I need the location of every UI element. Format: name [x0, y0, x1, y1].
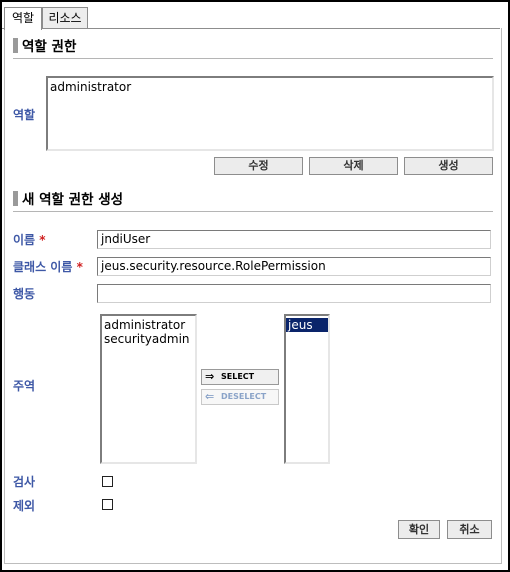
- class-name-field[interactable]: jeus.security.resource.RolePermission: [97, 257, 491, 276]
- create-button[interactable]: 생성: [404, 157, 493, 175]
- cancel-button[interactable]: 취소: [447, 520, 492, 539]
- deselect-button[interactable]: ⇐ DESELECT: [201, 389, 279, 405]
- selected-principals-list[interactable]: jeus: [284, 314, 330, 464]
- section-title-text: 새 역할 권한 생성: [22, 192, 124, 208]
- section-divider: [13, 58, 493, 59]
- exclude-checkbox[interactable]: [102, 499, 113, 510]
- ok-button[interactable]: 확인: [398, 520, 440, 539]
- tab-role-label: 역할: [11, 11, 35, 25]
- exclude-label: 제외: [13, 499, 36, 513]
- arrow-left-icon: ⇐: [205, 390, 215, 403]
- name-field[interactable]: jndiUser: [97, 230, 491, 249]
- role-list-item[interactable]: administrator: [48, 78, 492, 94]
- tab-resource-label: 리소스: [48, 11, 82, 25]
- action-label: 행동: [13, 287, 36, 301]
- section-bar-icon: [13, 191, 18, 206]
- name-label-text: 이름: [13, 233, 36, 247]
- check-checkbox[interactable]: [102, 476, 113, 487]
- required-mark: *: [76, 260, 83, 274]
- select-button-label: SELECT: [221, 372, 255, 381]
- edit-button[interactable]: 수정: [214, 157, 303, 175]
- section-title-text: 역할 권한: [22, 39, 77, 55]
- class-name-label-text: 클래스 이름: [13, 260, 73, 274]
- name-label: 이름 *: [13, 231, 46, 248]
- list-item[interactable]: securityadmin: [102, 332, 195, 346]
- list-item-selected[interactable]: jeus: [286, 318, 328, 332]
- section-bar-icon: [13, 38, 18, 53]
- required-mark: *: [39, 233, 46, 247]
- section-title-new-permission: 새 역할 권한 생성: [13, 191, 123, 209]
- section-divider: [13, 211, 493, 212]
- action-field[interactable]: [97, 284, 491, 303]
- tab-role[interactable]: 역할: [4, 7, 42, 30]
- arrow-right-icon: ⇒: [205, 370, 215, 383]
- list-item[interactable]: administrator: [102, 316, 195, 332]
- role-list[interactable]: administrator: [46, 76, 494, 151]
- class-name-label: 클래스 이름 *: [13, 258, 83, 275]
- check-label: 검사: [13, 475, 36, 489]
- tab-resource[interactable]: 리소스: [42, 7, 88, 28]
- select-button[interactable]: ⇒ SELECT: [201, 369, 279, 385]
- section-title-role-permissions: 역할 권한: [13, 38, 76, 56]
- deselect-button-label: DESELECT: [221, 392, 267, 401]
- role-label: 역할: [13, 108, 36, 122]
- delete-button[interactable]: 삭제: [309, 157, 398, 175]
- principal-label: 주역: [13, 379, 36, 393]
- available-principals-list[interactable]: administrator securityadmin: [100, 314, 197, 464]
